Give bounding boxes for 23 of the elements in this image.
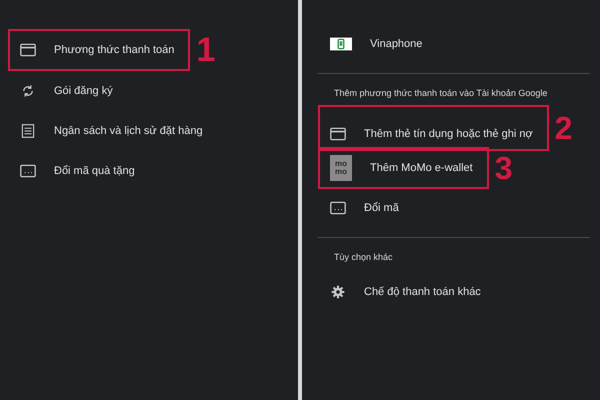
settings-icon: [330, 285, 346, 299]
menu-item[interactable]: Phương thức thanh toán: [8, 29, 190, 71]
menu-item[interactable]: mo mo Thêm MoMo e-wallet: [318, 147, 489, 189]
list-icon: [20, 124, 36, 138]
phone-icon: [330, 37, 352, 51]
credit-card-icon: [330, 127, 346, 141]
callout-number: 2: [554, 112, 572, 144]
section-heading: Thêm phương thức thanh toán vào Tài khoản Google: [333, 88, 548, 98]
menu-item[interactable]: Gói đăng ký: [8, 71, 129, 111]
dots-box-icon: [20, 164, 36, 178]
menu-item[interactable]: Đổi mã: [318, 188, 415, 228]
dots-box-icon: [330, 201, 346, 215]
payment-method-item[interactable]: Vinaphone: [318, 24, 438, 64]
callout-number: 1: [196, 33, 216, 67]
sync-icon: [20, 84, 36, 98]
menu-item[interactable]: Đổi mã quà tặng: [8, 151, 151, 191]
menu-item[interactable]: Ngân sách và lịch sử đặt hàng: [8, 111, 219, 151]
credit-card-icon: [20, 43, 36, 57]
wallet-logo: mo mo: [330, 155, 352, 181]
menu-item[interactable]: Chế độ thanh toán khác: [318, 272, 497, 312]
callout-number: 3: [494, 152, 512, 184]
section-heading: Tùy chọn khác: [333, 252, 394, 262]
menu-item[interactable]: Thêm thẻ tín dụng hoặc thẻ ghi nợ: [318, 105, 549, 151]
